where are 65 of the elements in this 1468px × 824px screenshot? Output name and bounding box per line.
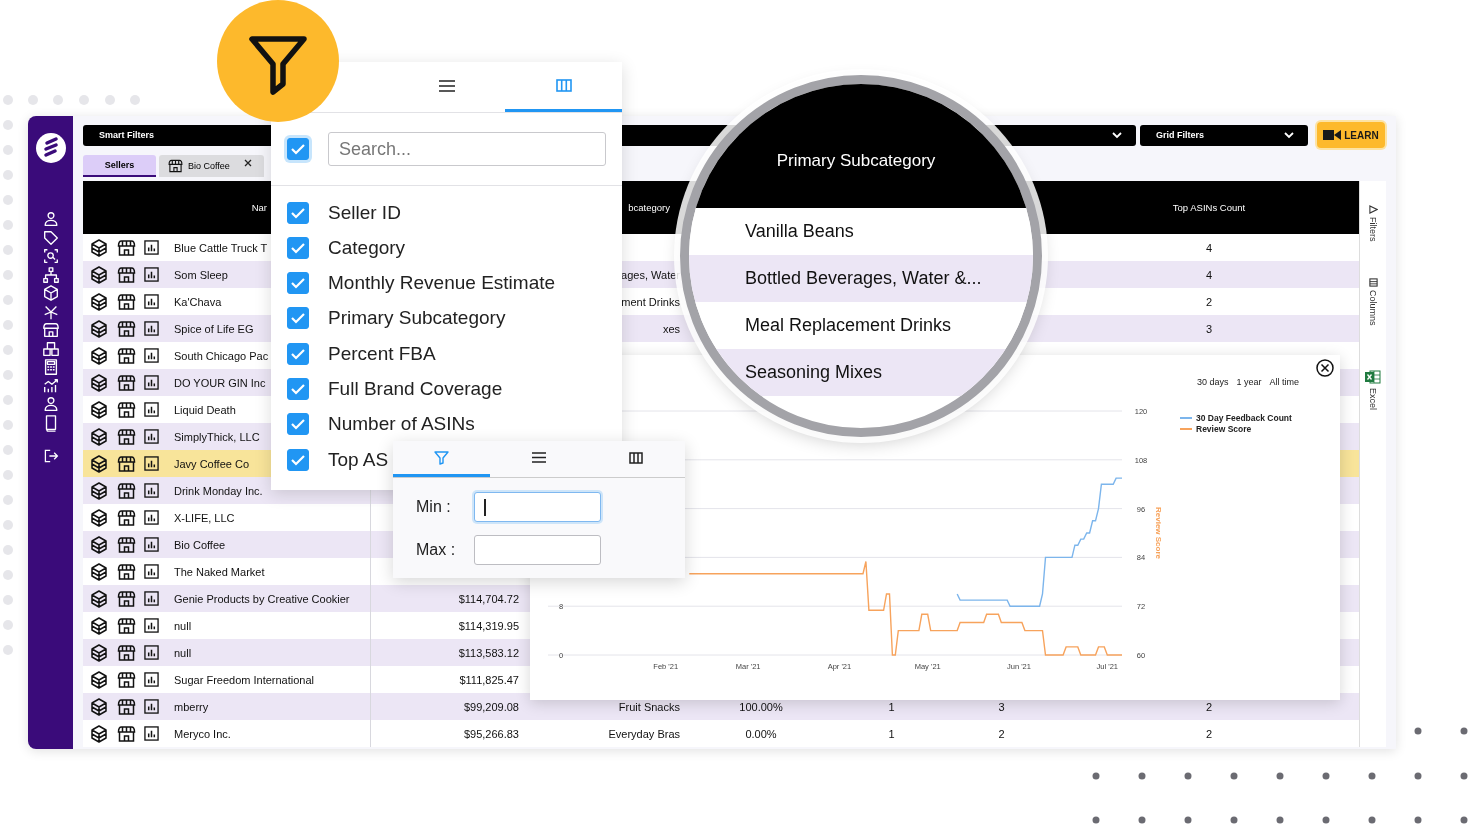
table-cell: X-LIFE, LLC	[174, 511, 235, 524]
dropdown-label: Smart Filters	[99, 130, 155, 140]
table-cell: null	[174, 646, 192, 659]
side-tab-label: Columns	[1368, 289, 1378, 325]
table-cell: 2	[1205, 700, 1213, 713]
table-cell: Fruit Snacks	[618, 700, 680, 713]
table-cell: 1	[888, 727, 895, 740]
table-cell: Som Sleep	[174, 268, 228, 281]
table-cell: 3	[998, 700, 1005, 713]
table-cell: $114,704.72	[458, 592, 519, 605]
axis-title: Review Score	[1154, 507, 1163, 559]
table-cell: Javy Coffee Co	[174, 457, 249, 470]
table-cell: South Chicago Pac	[174, 349, 269, 362]
table-cell: Sugar Freedom International	[174, 673, 315, 686]
legend-label: Review Score	[1196, 424, 1252, 434]
legend-label: 30 Day Feedback Count	[1196, 413, 1292, 423]
checkbox-label: Percent FBA	[328, 342, 436, 365]
table-cell: DO YOUR GIN Inc	[174, 376, 266, 389]
tab-label: Sellers	[104, 160, 135, 170]
table-cell: Blue Cattle Truck T	[174, 241, 268, 254]
column-header: Primary Subcategory	[776, 151, 936, 171]
table-cell: $114,319.95	[458, 619, 519, 632]
side-tab-label: Filters	[1368, 217, 1378, 242]
table-cell: 100.00%	[739, 700, 783, 713]
table-cell: 4	[1205, 241, 1213, 254]
table-cell: xes	[662, 322, 680, 335]
table-cell: $99,209.08	[463, 700, 519, 713]
table-cell: Bottled Beverages, Water &...	[689, 255, 1033, 302]
table-cell: ment Drinks	[621, 295, 680, 308]
table-cell: Everyday Bras	[608, 727, 680, 740]
table-cell: 4	[1205, 268, 1213, 281]
table-cell: Bio Coffee	[174, 538, 226, 551]
field-label: Max :	[416, 541, 457, 559]
checkbox-label: Seller ID	[328, 201, 401, 224]
table-cell: $111,825.47	[459, 673, 519, 686]
table-cell: mberry	[174, 700, 209, 713]
table-cell: Liquid Death	[174, 403, 236, 416]
side-tab-label: Excel	[1368, 388, 1378, 411]
table-cell: 2	[998, 727, 1005, 740]
table-cell: Drink Monday Inc.	[174, 484, 263, 497]
table-cell: Ka'Chava	[174, 295, 222, 308]
table-cell: Spice of Life EG	[174, 322, 254, 335]
table-cell: 1	[888, 700, 895, 713]
table-cell: 3	[1205, 322, 1213, 335]
tab-label: Bio Coffee	[188, 161, 230, 171]
table-cell: null	[174, 619, 192, 632]
table-cell: 2	[1205, 727, 1213, 740]
checkbox-label: Primary Subcategory	[328, 307, 506, 330]
checkbox-label: Top AS	[328, 448, 389, 471]
table-cell: SimplyThick, LLC	[174, 430, 260, 443]
table-cell: $95,266.83	[463, 727, 519, 740]
table-cell: Genie Products by Creative Cookier	[174, 592, 350, 605]
checkbox-label: Number of ASINs	[328, 413, 475, 436]
table-cell: ages, Water	[621, 268, 680, 281]
table-cell: The Naked Market	[174, 565, 265, 578]
table-cell: $113,583.12	[458, 646, 519, 659]
checkbox-label: Category	[328, 236, 406, 259]
table-cell: Vanilla Beans	[689, 208, 1033, 255]
checkbox-label: Full Brand Coverage	[328, 378, 503, 400]
table-cell: Meryco Inc.	[174, 727, 231, 740]
checkbox-label: Monthly Revenue Estimate	[328, 272, 556, 295]
dropdown-label: Grid Filters	[1156, 130, 1204, 140]
table-cell: 0.00%	[745, 727, 777, 740]
table-cell: 2	[1205, 295, 1213, 308]
field-label: Min :	[416, 498, 452, 516]
